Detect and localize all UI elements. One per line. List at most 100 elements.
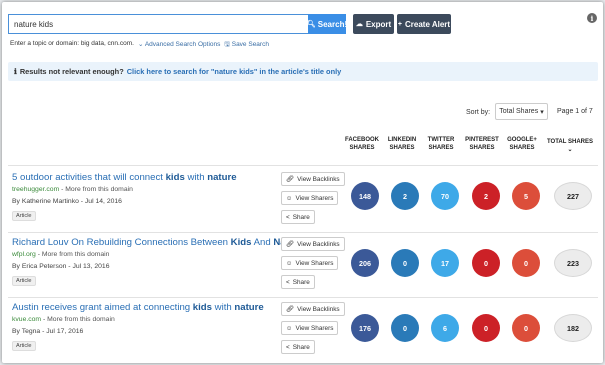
view-backlinks-button[interactable]: 🔗︎ View Backlinks bbox=[281, 237, 345, 251]
article-type-badge: Article bbox=[12, 211, 36, 221]
col-twitter-line2: SHARES bbox=[428, 145, 454, 151]
share-button[interactable]: < Share bbox=[281, 275, 315, 289]
col-linkedin-line2: SHARES bbox=[389, 145, 415, 151]
view-backlinks-button[interactable]: 🔗︎ View Backlinks bbox=[281, 302, 345, 316]
col-twitter-line1: TWITTER bbox=[427, 137, 455, 143]
domain-line: kvue.com - More from this domain bbox=[12, 316, 115, 323]
relevance-notice: ℹ Results not relevant enough? Click her… bbox=[8, 62, 598, 81]
view-sharers-button[interactable]: ☺ View Sharers bbox=[281, 191, 339, 205]
title-text: with bbox=[184, 172, 208, 183]
save-search-link[interactable]: 🖫︎ Save Search bbox=[224, 40, 269, 51]
article-type-badge: Article bbox=[12, 341, 36, 351]
search-hint-row: Enter a topic or domain: big data, cnn.c… bbox=[10, 40, 269, 51]
divider bbox=[8, 165, 598, 166]
col-google-line1: GOOGLE+ bbox=[507, 137, 537, 143]
col-facebook-shares[interactable]: FACEBOOK SHARES bbox=[342, 136, 382, 152]
result-row: Austin receives grant aimed at connectin… bbox=[2, 302, 603, 363]
view-backlinks-button[interactable]: 🔗︎ View Backlinks bbox=[281, 172, 345, 186]
view-backlinks-label: View Backlinks bbox=[297, 240, 340, 248]
more-from-domain-link[interactable]: - More from this domain bbox=[41, 316, 115, 323]
share-label: Share bbox=[292, 213, 310, 221]
col-linkedin-line1: LINKEDIN bbox=[387, 137, 417, 143]
domain-line: treehugger.com - More from this domain bbox=[12, 186, 133, 193]
google-shares: 0 bbox=[512, 249, 540, 277]
col-twitter-shares[interactable]: TWITTER SHARES bbox=[421, 136, 461, 152]
view-sharers-label: View Sharers bbox=[295, 324, 334, 332]
col-pinterest-line2: SHARES bbox=[469, 145, 495, 151]
domain-link[interactable]: kvue.com bbox=[12, 316, 41, 323]
title-keyword: nature bbox=[207, 172, 237, 183]
share-button[interactable]: < Share bbox=[281, 210, 315, 224]
plus-icon: + bbox=[397, 20, 403, 28]
article-title-link[interactable]: 5 outdoor activities that will connect k… bbox=[12, 172, 237, 183]
view-backlinks-label: View Backlinks bbox=[297, 175, 340, 183]
facebook-shares: 148 bbox=[351, 182, 379, 210]
page-info: Page 1 of 7 bbox=[557, 108, 593, 115]
total-shares: 182 bbox=[554, 314, 592, 342]
advanced-search-label: Advanced Search Options bbox=[144, 41, 221, 48]
col-total-shares[interactable]: TOTAL SHARES ⌄ bbox=[545, 138, 595, 154]
save-search-label: Save Search bbox=[231, 41, 269, 48]
col-pinterest-line1: PINTEREST bbox=[465, 137, 499, 143]
domain-link[interactable]: wfpl.org bbox=[12, 251, 36, 258]
col-facebook-line1: FACEBOOK bbox=[344, 137, 379, 143]
view-sharers-button[interactable]: ☺ View Sharers bbox=[281, 321, 339, 335]
twitter-shares: 70 bbox=[431, 182, 459, 210]
col-pinterest-shares[interactable]: PINTEREST SHARES bbox=[462, 136, 502, 152]
col-total-label: TOTAL SHARES bbox=[546, 139, 593, 145]
sort-dropdown[interactable]: Total Shares ▾ bbox=[495, 103, 548, 120]
search-input[interactable] bbox=[8, 14, 308, 34]
article-title-link[interactable]: Austin receives grant aimed at connectin… bbox=[12, 302, 264, 313]
title-text: Richard Louv On Rebuilding Connections B… bbox=[12, 237, 231, 248]
chevron-down-icon: ⌄ bbox=[137, 41, 144, 48]
pinterest-shares: 2 bbox=[472, 182, 500, 210]
title-search-link[interactable]: Click here to search for "nature kids" i… bbox=[127, 67, 342, 76]
col-facebook-line2: SHARES bbox=[349, 145, 375, 151]
total-shares: 227 bbox=[554, 182, 592, 210]
title-text: 5 outdoor activities that will connect bbox=[12, 172, 166, 183]
author-date: By Erica Peterson - Jul 13, 2016 bbox=[12, 263, 110, 270]
search-hint: Enter a topic or domain: big data, cnn.c… bbox=[10, 40, 134, 47]
pinterest-shares: 0 bbox=[472, 314, 500, 342]
search-button[interactable]: 🔍︎ Search! bbox=[306, 14, 348, 34]
users-icon: ☺ bbox=[286, 194, 293, 202]
author-date: By Katherine Martinko - Jul 14, 2016 bbox=[12, 198, 122, 205]
title-keyword: Kids bbox=[230, 237, 252, 248]
title-text: with bbox=[212, 302, 235, 313]
col-google-shares[interactable]: GOOGLE+ SHARES bbox=[502, 136, 542, 152]
twitter-shares: 6 bbox=[431, 314, 459, 342]
title-keyword: kids bbox=[165, 172, 185, 183]
view-backlinks-label: View Backlinks bbox=[297, 305, 340, 313]
view-sharers-button[interactable]: ☺ View Sharers bbox=[281, 256, 339, 270]
domain-link[interactable]: treehugger.com bbox=[12, 186, 59, 193]
search-icon: 🔍︎ bbox=[306, 21, 316, 28]
more-from-domain-link[interactable]: - More from this domain bbox=[36, 251, 110, 258]
col-google-line2: SHARES bbox=[509, 145, 535, 151]
users-icon: ☺ bbox=[286, 324, 293, 332]
share-button[interactable]: < Share bbox=[281, 340, 315, 354]
author-date: By Tegna - Jul 17, 2016 bbox=[12, 328, 84, 335]
linkedin-shares: 0 bbox=[391, 314, 419, 342]
search-button-label: Search! bbox=[317, 19, 348, 29]
title-text: Austin receives grant aimed at connectin… bbox=[12, 302, 193, 313]
article-type-badge: Article bbox=[12, 276, 36, 286]
linkedin-shares: 2 bbox=[391, 182, 419, 210]
sort-label: Sort by: bbox=[466, 109, 491, 116]
info-icon[interactable]: i bbox=[587, 13, 597, 23]
create-alert-button[interactable]: + Create Alert bbox=[397, 14, 451, 34]
caret-down-icon: ▾ bbox=[540, 108, 544, 116]
view-sharers-label: View Sharers bbox=[295, 259, 334, 267]
share-label: Share bbox=[292, 343, 310, 351]
users-icon: ☺ bbox=[286, 259, 293, 267]
more-from-domain-link[interactable]: - More from this domain bbox=[59, 186, 133, 193]
sort-chevron-icon: ⌄ bbox=[567, 147, 573, 153]
title-keyword: nature bbox=[234, 302, 264, 313]
title-text: And bbox=[251, 237, 274, 248]
title-keyword: kids bbox=[192, 302, 212, 313]
domain-line: wfpl.org - More from this domain bbox=[12, 251, 109, 258]
col-linkedin-shares[interactable]: LINKEDIN SHARES bbox=[382, 136, 422, 152]
export-button[interactable]: ☁ Export bbox=[353, 14, 394, 34]
article-title-link[interactable]: Richard Louv On Rebuilding Connections B… bbox=[12, 237, 304, 248]
sort-value: Total Shares bbox=[499, 108, 539, 115]
advanced-search-link[interactable]: ⌄ Advanced Search Options bbox=[138, 40, 220, 51]
